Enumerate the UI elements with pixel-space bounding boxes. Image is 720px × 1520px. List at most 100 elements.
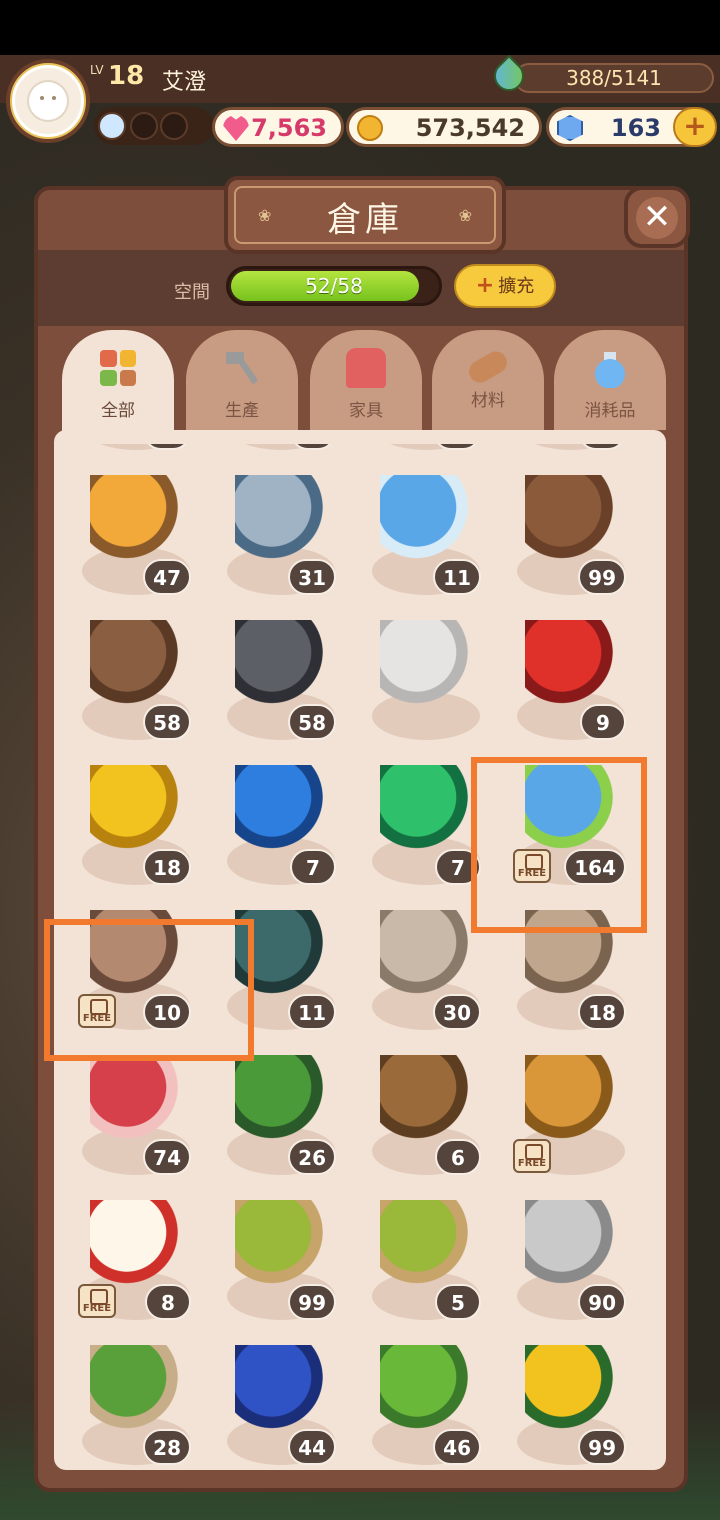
gems-counter[interactable]: 163 +	[546, 107, 717, 147]
item-slot-pebbles[interactable]: 90	[495, 1184, 640, 1329]
close-button[interactable]: ✕	[624, 186, 690, 248]
item-slot-white-stone[interactable]	[350, 604, 495, 749]
hearts-counter[interactable]: 7,563	[212, 107, 344, 147]
item-slot-partial-item-1[interactable]: 97	[60, 444, 205, 459]
tab-furniture[interactable]: 家具	[310, 330, 422, 430]
energy-bar[interactable]: 388/5141	[514, 63, 714, 93]
item-row: 9788199	[60, 444, 658, 459]
title-right-ornament-icon: ❀	[458, 206, 472, 225]
yellow-star-fruit-icon	[90, 765, 182, 857]
item-row: FREE 8 99 5 90	[60, 1184, 658, 1329]
expand-label: 擴充	[498, 276, 535, 297]
expand-button[interactable]: + 擴充	[454, 264, 556, 308]
plus-icon: +	[475, 273, 495, 298]
hearts-value: 7,563	[251, 114, 327, 142]
item-slot-yellow-star-fruit[interactable]: 18	[60, 749, 205, 894]
vine-sprout-icon	[380, 1345, 472, 1437]
item-count: 28	[143, 1429, 191, 1465]
empty-buff-slot[interactable]	[130, 112, 158, 140]
item-slot-rock-pile[interactable]: 30	[350, 894, 495, 1039]
energy-leaf-icon	[525, 765, 617, 857]
item-count: 74	[143, 1139, 191, 1175]
item-slot-spinach[interactable]: 26	[205, 1039, 350, 1184]
item-count: 7	[290, 849, 336, 885]
honey-jar-icon	[90, 475, 182, 567]
gold-counter[interactable]: 573,542	[346, 107, 542, 147]
item-slot-sapling[interactable]: 28	[60, 1329, 205, 1470]
item-slot-golden-key[interactable]: FREE	[495, 1039, 640, 1184]
item-slot-leather[interactable]: 6	[350, 1039, 495, 1184]
title-plate: ❀ 倉庫 ❀	[224, 176, 506, 254]
item-slot-green-star-fruit[interactable]: 7	[350, 749, 495, 894]
inventory-content[interactable]: 978819947311199585891877FREE164FREE10113…	[54, 430, 666, 1470]
item-count: 8	[145, 1284, 191, 1320]
space-progress-bar: 52/58	[226, 266, 442, 306]
nut-leaves-2-icon	[380, 1200, 472, 1292]
item-count: 46	[433, 1429, 481, 1465]
nut-leaves-icon	[235, 1200, 327, 1292]
item-slot-meat[interactable]: 74	[60, 1039, 205, 1184]
green-star-fruit-icon	[380, 765, 472, 857]
grid-icon	[98, 348, 138, 388]
spinach-icon	[235, 1055, 327, 1147]
item-count: 10	[143, 994, 191, 1030]
ticket-scroll-icon	[90, 1200, 182, 1292]
item-count: 99	[578, 1429, 626, 1465]
inventory-grid[interactable]: 978819947311199585891877FREE164FREE10113…	[60, 444, 658, 1470]
item-slot-ticket-scroll[interactable]: FREE 8	[60, 1184, 205, 1329]
red-star-fruit-icon	[525, 620, 617, 712]
item-slot-partial-item-4[interactable]: 99	[495, 444, 640, 459]
item-slot-energy-leaf[interactable]: FREE 164	[495, 749, 640, 894]
item-slot-water-bottle[interactable]: 11	[350, 459, 495, 604]
item-slot-brown-leaf[interactable]: FREE 10	[60, 894, 205, 1039]
item-count: 18	[578, 994, 626, 1030]
item-slot-soil-pile[interactable]: 99	[495, 459, 640, 604]
item-count: 11	[433, 559, 481, 595]
empty-buff-slot[interactable]	[160, 112, 188, 140]
tab-consumables[interactable]: 消耗品	[554, 330, 666, 430]
item-slot-fish[interactable]: 31	[205, 459, 350, 604]
level-label: LV	[90, 63, 104, 77]
space-value: 52/58	[305, 274, 363, 298]
item-count: 47	[143, 559, 191, 595]
item-slot-coal-ore[interactable]: 58	[205, 604, 350, 749]
item-slot-red-star-fruit[interactable]: 9	[495, 604, 640, 749]
blueberries-icon	[235, 1345, 327, 1437]
avatar[interactable]	[12, 65, 84, 137]
item-count: 99	[288, 1284, 336, 1320]
item-count: 26	[288, 1139, 336, 1175]
tab-materials[interactable]: 材料	[432, 330, 544, 430]
dirt-pile-icon	[90, 620, 182, 712]
item-count: 31	[288, 559, 336, 595]
brown-leaf-icon	[90, 910, 182, 1002]
tab-production[interactable]: 生產	[186, 330, 298, 430]
item-slot-blue-star-fruit[interactable]: 7	[205, 749, 350, 894]
item-slot-clay-block[interactable]: 18	[495, 894, 640, 1039]
tab-label: 消耗品	[584, 401, 636, 421]
add-gems-button[interactable]: +	[673, 107, 717, 147]
buff-slots[interactable]	[94, 107, 214, 145]
item-slot-yellow-rose[interactable]: 99	[495, 1329, 640, 1470]
item-slot-vine-sprout[interactable]: 46	[350, 1329, 495, 1470]
item-count: 7	[435, 849, 481, 885]
fish-icon	[235, 475, 327, 567]
water-bottle-icon	[380, 475, 472, 567]
item-slot-partial-item-3[interactable]: 81	[350, 444, 495, 459]
potion-buff-icon[interactable]	[98, 112, 126, 140]
top-hud: LV 18 艾澄 388/5141 7,563 573,542 163 +	[0, 54, 720, 155]
hammer-icon	[226, 352, 258, 385]
item-count: 164	[564, 849, 626, 885]
item-slot-partial-item-2[interactable]: 8	[205, 444, 350, 459]
item-count: 44	[288, 1429, 336, 1465]
tab-all[interactable]: 全部	[62, 330, 174, 438]
gems-value: 163	[610, 114, 661, 142]
item-slot-book[interactable]: 11	[205, 894, 350, 1039]
item-count: 9	[580, 704, 626, 740]
space-label: 空間	[174, 282, 210, 303]
item-slot-honey-jar[interactable]: 47	[60, 459, 205, 604]
gem-icon	[557, 115, 583, 141]
item-slot-blueberries[interactable]: 44	[205, 1329, 350, 1470]
item-slot-nut-leaves[interactable]: 99	[205, 1184, 350, 1329]
item-slot-nut-leaves-2[interactable]: 5	[350, 1184, 495, 1329]
item-slot-dirt-pile[interactable]: 58	[60, 604, 205, 749]
